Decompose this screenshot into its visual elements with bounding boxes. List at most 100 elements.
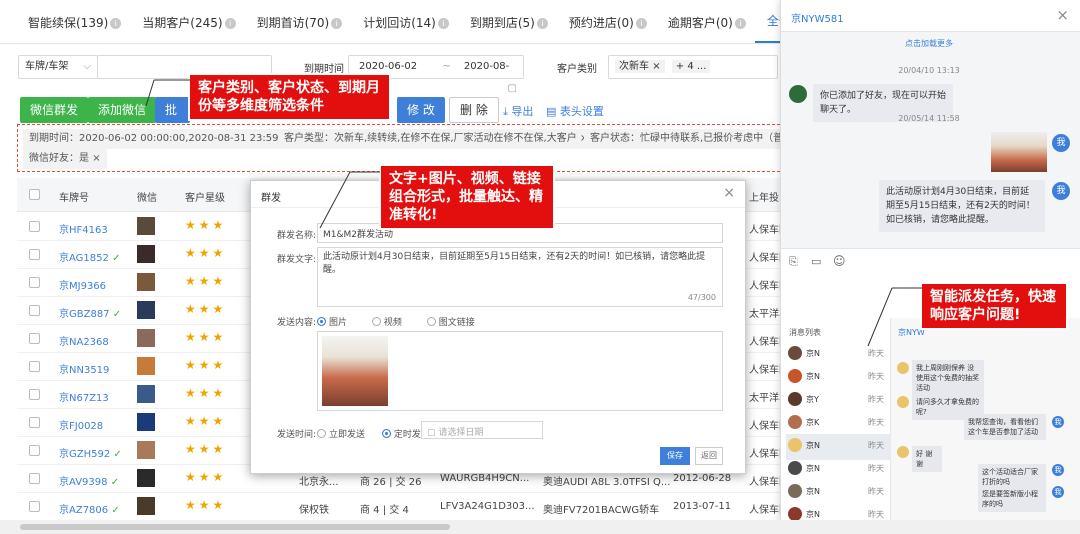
image-upload-area[interactable]: [317, 331, 723, 411]
tab-label: 计划回访(14): [363, 16, 436, 30]
row-checkbox[interactable]: [29, 501, 40, 512]
export-link[interactable]: ⤓ 导出: [503, 103, 533, 119]
select-all-checkbox[interactable]: [29, 189, 40, 200]
content-type-radios: 图片 视频 图文链接: [317, 315, 475, 328]
row-checkbox[interactable]: [29, 473, 40, 484]
save-button[interactable]: 保存: [660, 447, 690, 465]
wechat-avatar: [137, 273, 155, 291]
radio-image[interactable]: 图片: [317, 317, 347, 328]
filter-chip[interactable]: 客户状态：忙碌中待联系,已报价考虑中（普通）: [584, 129, 810, 149]
plate-text: 京FJ0028: [59, 421, 104, 432]
info-icon: i: [110, 18, 122, 29]
star-rating: ★★★: [185, 358, 227, 372]
radio-send-now[interactable]: 立即发送: [317, 429, 365, 440]
row-checkbox[interactable]: [29, 333, 40, 344]
policy-count-cell: 商 26 | 交 26: [360, 477, 422, 488]
calendar-icon: ▢: [427, 428, 439, 438]
send-time-radios: 立即发送 定时发送: [317, 427, 430, 440]
contact-avatar: [788, 507, 802, 521]
tab-planned-visit[interactable]: 计划回访(14) i: [351, 14, 458, 43]
delete-button[interactable]: 删 除: [449, 97, 499, 123]
plate-type-select[interactable]: 车牌/车架 ⌵: [18, 55, 98, 79]
type-tag: 次新车 ×: [615, 60, 665, 73]
close-icon[interactable]: ×: [652, 61, 660, 72]
row-checkbox[interactable]: [29, 277, 40, 288]
scroll-thumb[interactable]: [20, 524, 450, 530]
tab-label: 当期客户(245): [142, 16, 223, 30]
col-wechat: 微信: [137, 193, 157, 204]
wechat-avatar: [137, 413, 155, 431]
filter-chip[interactable]: 客户类型：次新车,续转续,在修不在保,厂家活动在修不在保,大客户 ×: [278, 129, 595, 149]
header-settings-link[interactable]: ▤ 表头设置: [546, 103, 604, 119]
vin-cell: LFV3A24G1D303...: [440, 501, 535, 512]
group-text-area[interactable]: 此活动原计划4月30日结束，目前延期至5月15日结束，还有2天的时间！如已核销，…: [317, 247, 723, 307]
conversation-name: 京N: [806, 441, 820, 450]
plate-text: 京NA2368: [59, 337, 109, 348]
template-icon[interactable]: ⎘: [789, 255, 798, 269]
date-picker[interactable]: ▢ 请选择日期: [421, 421, 543, 439]
conversation-name: 京Y: [806, 395, 819, 404]
plate-link[interactable]: 京GZH592 ✓: [59, 445, 122, 460]
tab-first-visit[interactable]: 到期首访(70) i: [245, 14, 352, 43]
close-icon[interactable]: ×: [723, 185, 735, 201]
conversation-time: 昨天: [868, 464, 884, 473]
contact-avatar: [788, 346, 802, 360]
tab-current-customers[interactable]: 当期客户(245) i: [130, 14, 244, 43]
cancel-button[interactable]: 返回: [695, 447, 723, 465]
plate-link[interactable]: 京AG1852 ✓: [59, 249, 120, 264]
plate-link[interactable]: 京FJ0028: [59, 417, 103, 432]
row-checkbox[interactable]: [29, 361, 40, 372]
date-cell: 2012-06-28: [673, 473, 732, 484]
wechat-avatar: [137, 441, 155, 459]
row-checkbox[interactable]: [29, 417, 40, 428]
table-row[interactable]: 京AZ7806 ✓ ★★★ 人保车险 保权铁商 4 | 交 4 LFV3A24G1D30…: [17, 493, 790, 521]
filter-chip[interactable]: 到期时间：2020-06-02 00:00:00,2020-08-31 23:5…: [23, 129, 313, 149]
plate-text: 京NN3519: [59, 365, 110, 376]
plate-link[interactable]: 京GBZ887 ✓: [59, 305, 121, 320]
tab-due-arrival[interactable]: 到期到店(5) i: [458, 14, 557, 43]
mini-message: 我帮您查询，看看他们这个车是否参加了活动: [964, 414, 1046, 440]
contact-avatar: [897, 396, 909, 408]
select-value: 车牌/车架: [25, 61, 69, 72]
callout-arrow: [145, 79, 190, 107]
radio-link[interactable]: 图文链接: [426, 317, 475, 328]
conversation-name: 京N: [806, 510, 820, 519]
plate-link[interactable]: 京AV9398 ✓: [59, 473, 119, 488]
tab-appointment[interactable]: 预约进店(0) i: [557, 14, 656, 43]
my-avatar: 我: [1052, 182, 1070, 200]
timestamp: 20/05/14 11:58: [898, 114, 960, 123]
tag-text: 次新车: [619, 61, 649, 72]
filter-chip[interactable]: 微信好友：是 ×: [23, 149, 107, 169]
table-icon: ▤: [546, 105, 560, 118]
plate-link[interactable]: 京MJ9366: [59, 277, 106, 292]
plate-link[interactable]: 京HF4163: [59, 221, 108, 236]
tab-label: 到期首访(70): [256, 16, 330, 30]
row-checkbox[interactable]: [29, 305, 40, 316]
wechat-group-button[interactable]: 微信群发: [20, 97, 89, 123]
load-more-link[interactable]: 点击加载更多: [781, 38, 1077, 49]
plate-link[interactable]: 京N67Z13: [59, 389, 109, 404]
row-checkbox[interactable]: [29, 221, 40, 232]
tab-overdue[interactable]: 逾期客户(0) i: [656, 14, 755, 43]
contact-avatar: [788, 392, 802, 406]
row-checkbox[interactable]: [29, 445, 40, 456]
contact-avatar: [788, 438, 802, 452]
type-multiselect[interactable]: 次新车 × + 4 ...: [608, 55, 778, 79]
close-icon[interactable]: ×: [92, 153, 100, 164]
modify-button[interactable]: 修 改: [397, 97, 445, 123]
folder-icon[interactable]: ▭: [811, 255, 821, 268]
tab-smart-renewal[interactable]: 智能续保(139) i: [16, 14, 130, 43]
plate-link[interactable]: 京AZ7806 ✓: [59, 501, 120, 516]
horizontal-scrollbar[interactable]: [0, 520, 1080, 534]
chip-text: 微信好友：是: [29, 153, 89, 164]
radio-video[interactable]: 视频: [371, 317, 402, 328]
star-rating: ★★★: [185, 498, 227, 512]
row-checkbox[interactable]: [29, 389, 40, 400]
tab-label: 预约进店(0): [568, 16, 634, 30]
plate-link[interactable]: 京NN3519: [59, 361, 109, 376]
emoji-icon[interactable]: ☺: [833, 254, 846, 268]
row-checkbox[interactable]: [29, 249, 40, 260]
model-cell: 奥迪AUDI A8L 3.0TFSI Q...: [543, 477, 671, 488]
plate-link[interactable]: 京NA2368: [59, 333, 109, 348]
close-icon[interactable]: ×: [1056, 6, 1069, 24]
